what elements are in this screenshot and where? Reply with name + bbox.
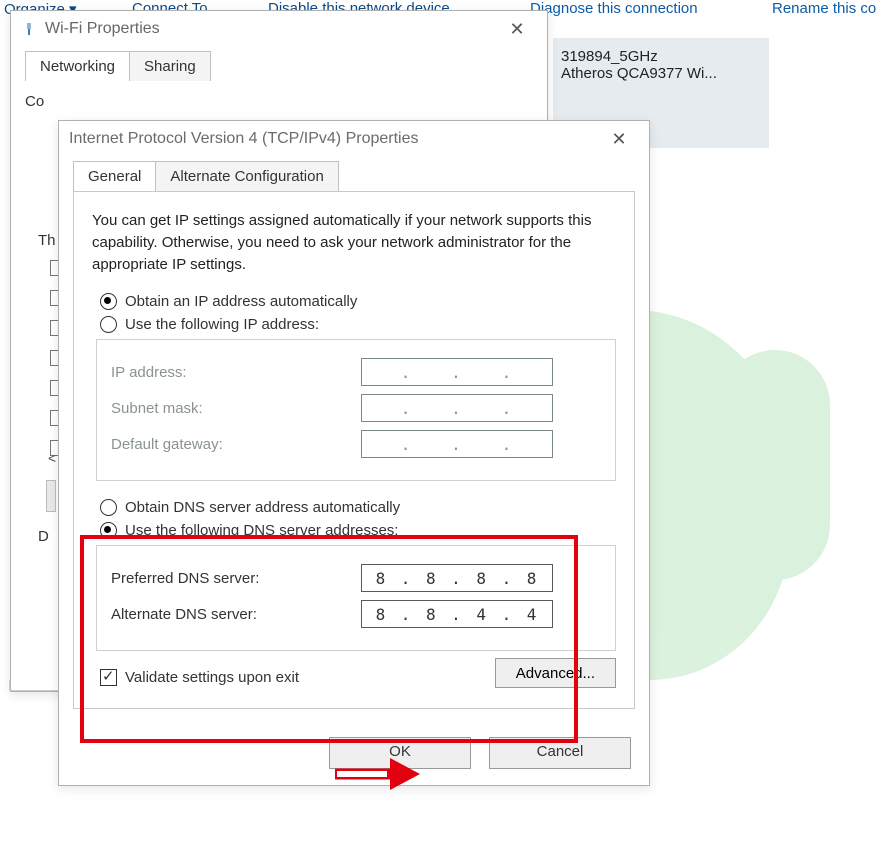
radio-label: Obtain an IP address automatically [125, 293, 357, 310]
radio-dns-auto[interactable]: Obtain DNS server address automatically [100, 499, 616, 516]
validate-label: Validate settings upon exit [125, 669, 299, 686]
radio-label: Use the following DNS server addresses: [125, 522, 398, 539]
advanced-button[interactable]: Advanced... [495, 658, 616, 688]
ipv4-title: Internet Protocol Version 4 (TCP/IPv4) P… [69, 130, 599, 148]
hidden-button-fragment[interactable] [46, 480, 56, 512]
ip-fieldset: IP address: ... Subnet mask: ... Default… [96, 339, 616, 481]
ipv4-properties-window: Internet Protocol Version 4 (TCP/IPv4) P… [58, 120, 650, 786]
th-label-fragment: Th [38, 232, 56, 249]
checkbox-icon [100, 669, 117, 686]
ip-group: Obtain an IP address automatically Use t… [92, 293, 616, 481]
gateway-input: ... [361, 430, 553, 458]
close-icon[interactable]: ✕ [599, 129, 639, 150]
alternate-dns-input[interactable]: 8. 8. 4. 4 [361, 600, 553, 628]
connection-ssid: 319894_5GHz [561, 48, 761, 65]
radio-icon [100, 293, 117, 310]
radio-ip-auto[interactable]: Obtain an IP address automatically [100, 293, 616, 310]
radio-label: Obtain DNS server address automatically [125, 499, 400, 516]
tab-networking[interactable]: Networking [25, 51, 130, 81]
tab-alternate-config[interactable]: Alternate Configuration [155, 161, 338, 191]
wifi-tabs: Networking Sharing [25, 51, 547, 81]
protocol-checkbox-column [50, 260, 56, 470]
radio-icon [100, 316, 117, 333]
ipv4-tabs: General Alternate Configuration [73, 161, 649, 191]
alternate-dns-label: Alternate DNS server: [111, 606, 361, 623]
ipv4-description: You can get IP settings assigned automat… [92, 210, 616, 275]
cancel-button[interactable]: Cancel [489, 737, 631, 769]
radio-ip-manual[interactable]: Use the following IP address: [100, 316, 616, 333]
dns-group: Obtain DNS server address automatically … [92, 499, 616, 651]
gateway-label: Default gateway: [111, 436, 361, 453]
wifi-icon [21, 21, 37, 37]
subnet-label: Subnet mask: [111, 400, 361, 417]
ip-address-label: IP address: [111, 364, 361, 381]
ipv4-titlebar: Internet Protocol Version 4 (TCP/IPv4) P… [59, 121, 649, 157]
scroll-left-caret[interactable]: < [48, 450, 56, 466]
radio-dns-manual[interactable]: Use the following DNS server addresses: [100, 522, 616, 539]
connection-adapter: Atheros QCA9377 Wi... [561, 65, 761, 82]
subnet-input: ... [361, 394, 553, 422]
ok-button[interactable]: OK [329, 737, 471, 769]
d-label-fragment: D [38, 528, 49, 545]
ip-address-input: ... [361, 358, 553, 386]
radio-label: Use the following IP address: [125, 316, 319, 333]
dialog-buttons: OK Cancel [59, 723, 649, 785]
tab-general[interactable]: General [73, 161, 156, 191]
preferred-dns-label: Preferred DNS server: [111, 570, 361, 587]
close-icon[interactable]: ✕ [497, 19, 537, 40]
toolbar-diagnose[interactable]: Diagnose this connection [530, 0, 698, 17]
wifi-title: Wi-Fi Properties [45, 20, 497, 38]
preferred-dns-input[interactable]: 8. 8. 8. 8 [361, 564, 553, 592]
tab-sharing[interactable]: Sharing [129, 51, 211, 81]
radio-icon [100, 499, 117, 516]
toolbar-rename[interactable]: Rename this co [772, 0, 876, 17]
ipv4-general-panel: You can get IP settings assigned automat… [73, 191, 635, 709]
radio-icon [100, 522, 117, 539]
dns-fieldset: Preferred DNS server: 8. 8. 8. 8 Alterna… [96, 545, 616, 651]
wifi-titlebar: Wi-Fi Properties ✕ [11, 11, 547, 47]
connect-using-label: Co [25, 93, 533, 110]
